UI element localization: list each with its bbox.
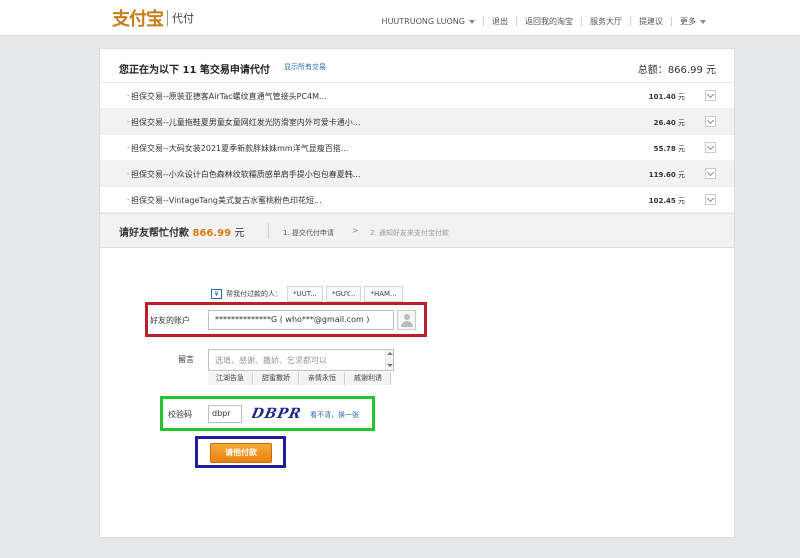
step-1: 1. 提交代付申请 <box>283 229 334 237</box>
service-hall-link[interactable]: 服务大厅 <box>581 17 630 26</box>
expand-toggle[interactable] <box>705 90 716 101</box>
price-value: 26.40 <box>653 119 676 127</box>
step-arrow: > <box>352 226 359 235</box>
price-currency: 元 <box>678 171 685 179</box>
chevron-down-icon <box>706 142 715 151</box>
recent-payer-chip[interactable]: *GUY... <box>325 286 362 302</box>
recent-payer-chip[interactable]: *UUT... <box>287 286 323 302</box>
highlight-box-red <box>145 302 427 337</box>
more-label: 更多 <box>680 17 696 26</box>
scroll-down-icon <box>387 364 393 367</box>
step-2: 2. 通知好友来支付宝付款 <box>370 229 449 237</box>
quick-phrases: 江湖告急 甜蜜撒娇 亲情永恒 戚谢利诱 <box>208 372 392 385</box>
expand-toggle[interactable] <box>705 142 716 153</box>
top-nav: HUUTRUONG LUONG 退出 返回我的淘宝 服务大厅 提建议 更多 <box>374 17 714 26</box>
highlight-box-green <box>160 396 375 431</box>
total-currency: 元 <box>706 65 716 76</box>
price-currency: 元 <box>678 197 685 205</box>
order-name[interactable]: 担保交易--原装亚德客AirTac螺纹直通气管接头PC4M... <box>131 91 327 102</box>
total-value: 866.99 <box>667 65 703 76</box>
chevron-down-icon <box>706 90 715 99</box>
top-header: 支付宝 代付 HUUTRUONG LUONG 退出 返回我的淘宝 服务大厅 提建… <box>0 0 800 36</box>
order-row: · 担保交易--儿童拖鞋夏男童女童网红发光防滑室内外可爱卡通小... 26.40… <box>100 109 734 135</box>
order-row: · 担保交易--VintageTang美式复古水蜜桃粉色印花短... 102.4… <box>100 187 734 213</box>
order-row: · 担保交易--小众设计白色森林纹软糯质感单肩手提小包包春夏韩... 119.6… <box>100 161 734 187</box>
ask-amount: 866.99 <box>192 228 232 239</box>
price-value: 102.45 <box>648 197 676 205</box>
scroll-up-icon <box>387 352 393 355</box>
logo-divider <box>167 10 168 26</box>
summary-bar: 您正在为以下 11 笔交易申请代付 显示所有交易 总额：866.99 元 <box>100 49 734 83</box>
price-value: 101.40 <box>648 93 676 101</box>
chevron-down-icon <box>706 116 715 125</box>
expand-toggle[interactable] <box>705 116 716 127</box>
logo-text: 支付宝 <box>112 9 164 30</box>
textarea-scrollbar[interactable] <box>385 350 393 370</box>
bullet: · <box>127 92 130 100</box>
chevron-down-icon <box>700 19 706 24</box>
chevron-down-icon <box>469 19 475 24</box>
chevron-down-icon <box>706 168 715 177</box>
bullet: · <box>127 196 130 204</box>
yuan-icon: ¥ <box>211 289 222 299</box>
price-currency: 元 <box>678 93 685 101</box>
show-all-link[interactable]: 显示所有交易 <box>284 62 326 72</box>
message-placeholder: 选填，感谢、撒娇、乞求都可以 <box>215 356 327 365</box>
divider <box>268 223 269 239</box>
bullet: · <box>127 170 130 178</box>
recent-payers: ¥ 帮我付过款的人： *UUT... *GUY... *HAM... <box>211 286 403 302</box>
more-menu[interactable]: 更多 <box>671 17 714 26</box>
user-name: HUUTRUONG LUONG <box>381 17 465 26</box>
quick-phrase[interactable]: 亲情永恒 <box>300 372 345 385</box>
recent-payer-chip[interactable]: *HAM... <box>364 286 403 302</box>
total-amount: 总额：866.99 元 <box>638 61 716 76</box>
order-name[interactable]: 担保交易--VintageTang美式复古水蜜桃粉色印花短... <box>131 195 322 206</box>
order-list: · 担保交易--原装亚德客AirTac螺纹直通气管接头PC4M... 101.4… <box>100 83 734 213</box>
ask-friend-label: 请好友帮忙付款 866.99 元 <box>119 224 245 239</box>
quick-phrase[interactable]: 戚谢利诱 <box>346 372 391 385</box>
price-currency: 元 <box>678 119 685 127</box>
order-name[interactable]: 担保交易--小众设计白色森林纹软糯质感单肩手提小包包春夏韩... <box>131 169 360 180</box>
order-price: 101.40 元 <box>649 92 685 102</box>
summary-title: 您正在为以下 11 笔交易申请代付 <box>119 65 270 76</box>
order-price: 119.60 元 <box>649 170 685 180</box>
chevron-down-icon <box>706 194 715 203</box>
order-price: 26.40 元 <box>654 118 685 128</box>
message-textarea[interactable]: 选填，感谢、撒娇、乞求都可以 <box>208 349 394 371</box>
order-name[interactable]: 担保交易--大码女装2021夏季新款胖妹妹mm洋气显瘦百搭... <box>131 143 348 154</box>
logout-link[interactable]: 退出 <box>483 17 516 26</box>
alipay-logo[interactable]: 支付宝 代付 <box>112 6 194 30</box>
expand-toggle[interactable] <box>705 194 716 205</box>
quick-phrase[interactable]: 甜蜜撒娇 <box>254 372 299 385</box>
recent-payers-label: 帮我付过款的人： <box>226 290 282 298</box>
bullet: · <box>127 118 130 126</box>
pay-request-bar: 请好友帮忙付款 866.99 元 1. 提交代付申请 > 2. 通知好友来支付宝… <box>100 213 734 248</box>
user-menu[interactable]: HUUTRUONG LUONG <box>374 17 483 26</box>
message-label: 留言 <box>178 355 194 364</box>
total-label: 总额： <box>637 65 668 76</box>
ask-currency: 元 <box>234 228 245 239</box>
price-currency: 元 <box>678 145 685 153</box>
ask-text: 请好友帮忙付款 <box>119 228 189 239</box>
feedback-link[interactable]: 提建议 <box>630 17 671 26</box>
order-row: · 担保交易--原装亚德客AirTac螺纹直通气管接头PC4M... 101.4… <box>100 83 734 109</box>
my-taobao-link[interactable]: 返回我的淘宝 <box>516 17 581 26</box>
price-value: 119.60 <box>648 171 676 179</box>
order-name[interactable]: 担保交易--儿童拖鞋夏男童女童网红发光防滑室内外可爱卡通小... <box>131 117 360 128</box>
order-price: 102.45 元 <box>649 196 685 206</box>
section-title: 代付 <box>172 12 194 25</box>
quick-phrase[interactable]: 江湖告急 <box>208 372 253 385</box>
order-row: · 担保交易--大码女装2021夏季新款胖妹妹mm洋气显瘦百搭... 55.78… <box>100 135 734 161</box>
expand-toggle[interactable] <box>705 168 716 179</box>
highlight-box-blue <box>195 436 286 468</box>
bullet: · <box>127 144 130 152</box>
price-value: 55.78 <box>653 145 676 153</box>
order-price: 55.78 元 <box>654 144 685 154</box>
